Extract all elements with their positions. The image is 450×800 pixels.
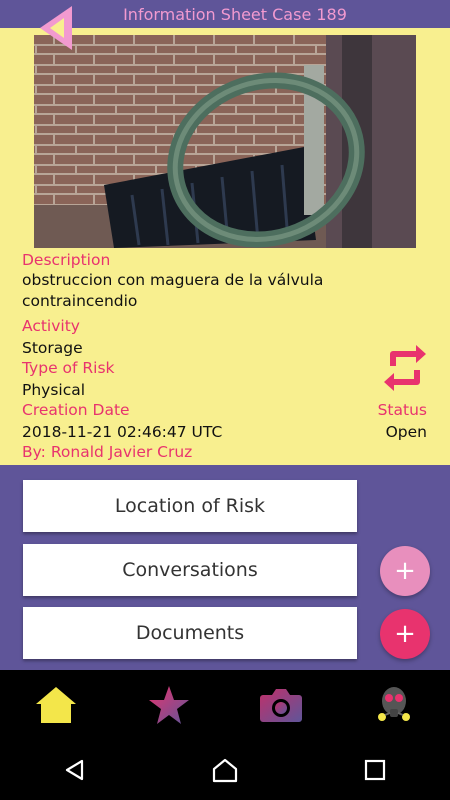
camera-icon [260,689,303,722]
risk-type-value: Physical [22,381,86,399]
location-of-risk-button[interactable]: Location of Risk [23,480,357,532]
risk-type-label: Type of Risk [22,359,115,377]
system-navigation-bar [0,740,450,800]
nav-home[interactable] [0,670,113,740]
nav-camera[interactable] [225,670,338,740]
back-arrow-icon [40,6,72,50]
triangle-back-icon [65,759,84,781]
system-back-button[interactable] [50,745,100,795]
system-recents-button[interactable] [350,745,400,795]
home-icon [36,687,77,723]
star-icon [148,686,189,724]
activity-value: Storage [22,339,83,357]
documents-button[interactable]: Documents [23,607,357,659]
nav-favorites[interactable] [113,670,226,740]
refresh-status-icon[interactable] [380,344,430,392]
square-recents-icon [364,759,386,781]
risk-photo [34,35,416,248]
creation-date-value: 2018-11-21 02:46:47 UTC [22,423,223,441]
actions-panel: Location of Risk Conversations Documents… [0,465,450,670]
add-document-button[interactable]: + [380,609,430,659]
back-button[interactable] [36,4,76,52]
conversations-button[interactable]: Conversations [23,544,357,596]
activity-label: Activity [22,317,80,335]
status-label: Status [377,401,427,419]
gas-mask-icon [377,687,410,721]
creation-date-label: Creation Date [22,401,130,419]
bottom-navigation [0,670,450,740]
add-conversation-button[interactable]: + [380,546,430,596]
page-title: Information Sheet Case 189 [123,4,347,24]
author-label: By: Ronald Javier Cruz [22,443,193,461]
house-outline-icon [212,758,238,783]
status-value: Open [385,423,427,441]
description-text: obstruccion con maguera de la válvula co… [22,271,324,310]
system-home-button[interactable] [200,745,250,795]
info-panel: Description obstruccion con maguera de l… [0,28,450,465]
description-label: Description [22,251,111,269]
nav-safety[interactable] [338,670,450,740]
